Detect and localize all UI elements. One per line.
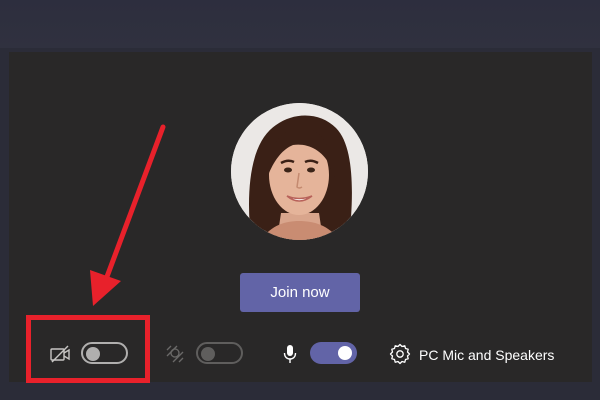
camera-off-icon[interactable] (49, 344, 71, 369)
microphone-icon[interactable] (282, 343, 298, 370)
background-blur-toggle (196, 342, 243, 364)
avatar (231, 103, 368, 240)
background-blur-toggle-knob (201, 347, 215, 361)
audio-device-label[interactable]: PC Mic and Speakers (419, 346, 554, 364)
gear-icon[interactable] (389, 343, 411, 370)
microphone-toggle-knob (338, 346, 352, 360)
avatar-portrait (231, 103, 368, 240)
microphone-toggle[interactable] (310, 342, 357, 364)
join-now-button[interactable]: Join now (240, 273, 360, 312)
background-effects-icon (165, 344, 185, 369)
camera-toggle[interactable] (81, 342, 128, 364)
teams-prejoin-screen: Join now PC Mic and Speakers (0, 0, 600, 400)
camera-toggle-knob (86, 347, 100, 361)
